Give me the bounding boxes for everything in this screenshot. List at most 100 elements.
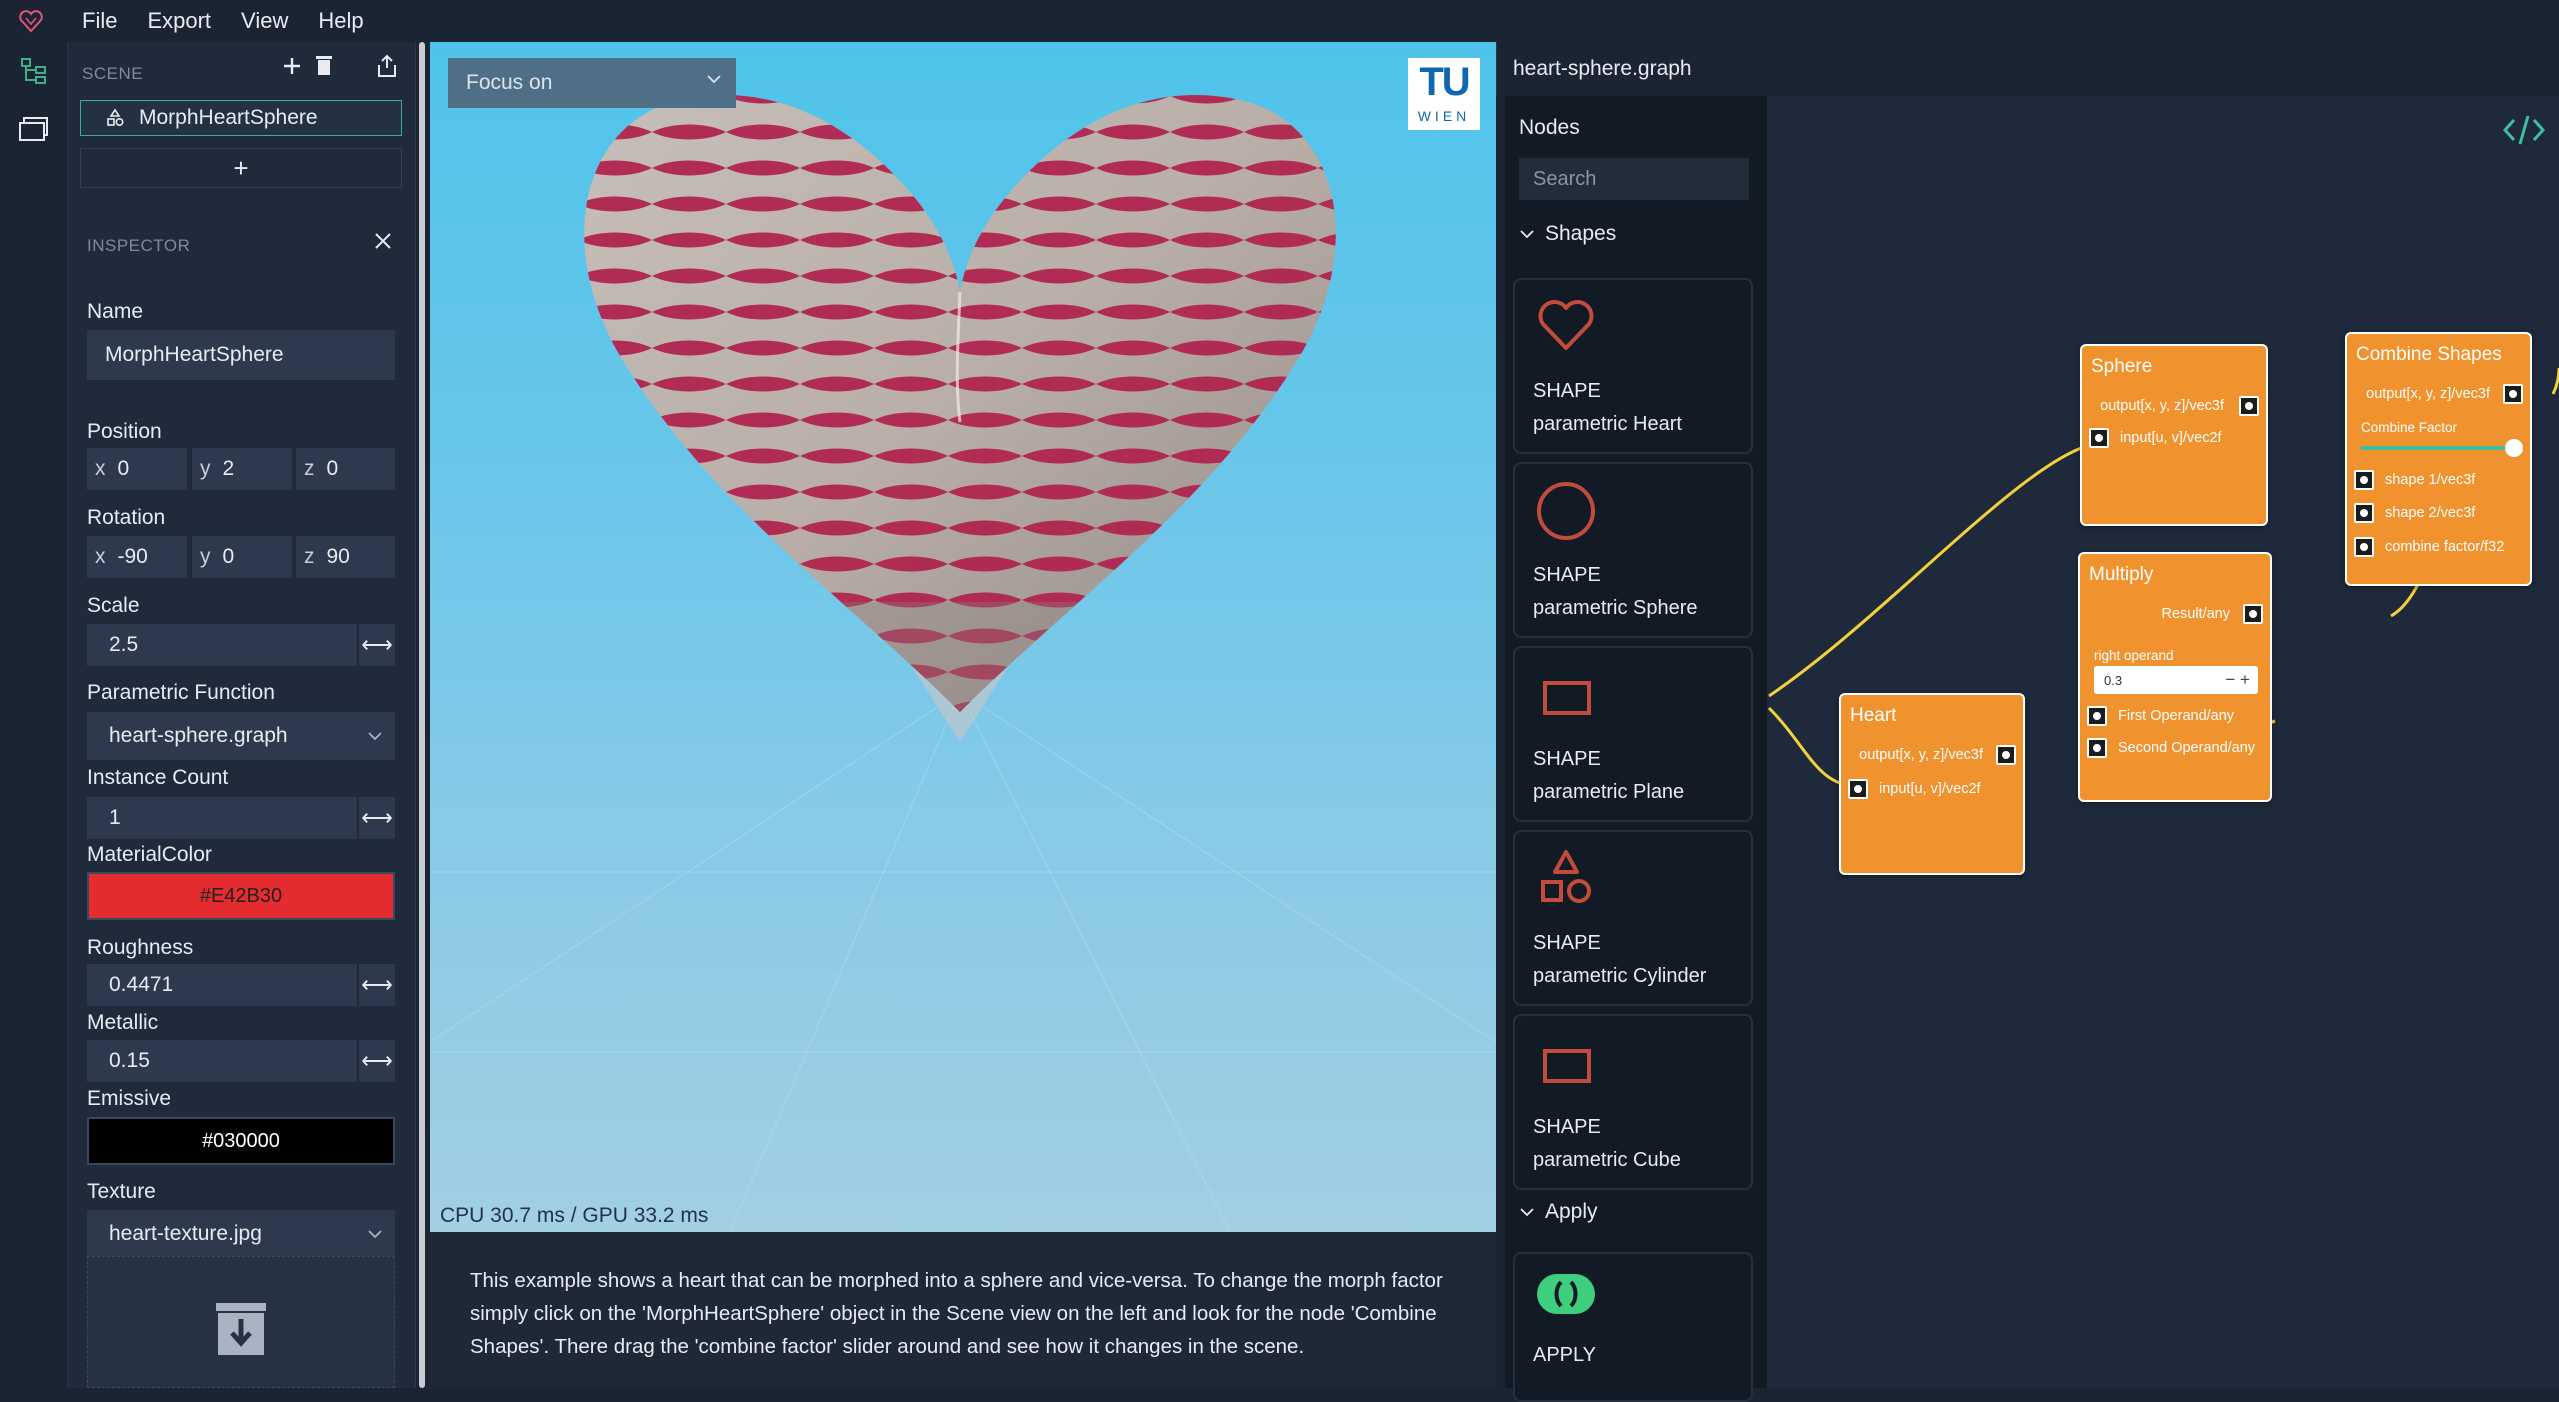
input-socket[interactable] (2354, 503, 2374, 523)
output-socket[interactable] (1996, 745, 2016, 765)
name-input[interactable]: MorphHeartSphere (87, 330, 395, 380)
position-x-input[interactable]: x0 (87, 448, 187, 490)
share-icon[interactable] (376, 54, 398, 78)
metallic-input[interactable]: 0.15 ⟷ (87, 1040, 395, 1082)
logo-bottom-text: WIEN (1417, 108, 1471, 124)
drag-arrows-icon[interactable]: ⟷ (357, 797, 395, 839)
assets-button[interactable] (0, 100, 68, 158)
rotation-label: Rotation (87, 506, 166, 529)
chevron-down-icon (1520, 1208, 1534, 1217)
node-card-cylinder[interactable]: SHAPE parametric Cylinder (1513, 830, 1753, 1006)
metallic-label: Metallic (87, 1011, 159, 1034)
graph-node-sphere[interactable]: Sphere output[x, y, z]/vec3f input[u, v]… (2080, 344, 2268, 526)
card-kind: SHAPE (1533, 932, 1601, 954)
input-socket[interactable] (2087, 738, 2107, 758)
position-z-input[interactable]: z0 (296, 448, 395, 490)
axis-x-label: x (95, 457, 106, 480)
node-search-input[interactable]: Search (1519, 158, 1749, 200)
rotation-x-input[interactable]: x -90 (87, 536, 187, 578)
texture-value: heart-texture.jpg (109, 1222, 262, 1245)
emissive-color-swatch[interactable]: #030000 (87, 1117, 395, 1165)
perf-stats: CPU 30.7 ms / GPU 33.2 ms (440, 1204, 709, 1227)
graph-node-multiply[interactable]: Multiply Result/any right operand 0.3 − +… (2078, 552, 2272, 802)
category-apply[interactable]: Apply (1519, 1200, 1598, 1224)
texture-dropzone[interactable] (87, 1256, 395, 1388)
chevron-down-icon (706, 74, 722, 84)
rotation-x-value: -90 (117, 545, 148, 568)
rotation-y-input[interactable]: y0 (192, 536, 292, 578)
trash-icon[interactable] (314, 54, 334, 76)
graph-file-tab[interactable]: heart-sphere.graph (1496, 42, 2559, 96)
graph-canvas[interactable]: Sphere output[x, y, z]/vec3f input[u, v]… (1767, 96, 2559, 1388)
slider-thumb[interactable] (2505, 439, 2523, 457)
viewport-3d[interactable]: Focus on TU WIEN CPU 30.7 ms / GPU 33.2 … (430, 42, 1496, 1232)
input-socket[interactable] (2354, 537, 2374, 557)
emissive-label: Emissive (87, 1087, 172, 1110)
texture-select[interactable]: heart-texture.jpg (87, 1210, 395, 1258)
port-input-label: input[u, v]/vec2f (1879, 781, 1981, 797)
axis-y-label: y (200, 545, 211, 568)
category-shapes[interactable]: Shapes (1519, 222, 1616, 246)
port-output-label: Result/any (2161, 606, 2230, 622)
menu-view[interactable]: View (241, 8, 288, 34)
card-kind: SHAPE (1533, 380, 1601, 402)
drag-arrows-icon[interactable]: ⟷ (357, 624, 395, 666)
drag-arrows-icon[interactable]: ⟷ (357, 964, 395, 1006)
combine-factor-slider[interactable] (2361, 439, 2523, 457)
output-socket[interactable] (2503, 384, 2523, 404)
node-title: Sphere (2091, 356, 2153, 377)
menu-export[interactable]: Export (147, 8, 211, 34)
node-card-cube[interactable]: SHAPE parametric Cube (1513, 1014, 1753, 1190)
node-card-plane[interactable]: SHAPE parametric Plane (1513, 646, 1753, 822)
material-color-swatch[interactable]: #E42B30 (87, 872, 395, 920)
input-socket[interactable] (2087, 706, 2107, 726)
scene-tree-button[interactable] (0, 42, 68, 100)
output-socket[interactable] (2243, 604, 2263, 624)
roughness-input[interactable]: 0.4471 ⟷ (87, 964, 395, 1006)
texture-label: Texture (87, 1180, 156, 1203)
panel-splitter[interactable] (416, 42, 430, 1388)
node-card-sphere[interactable]: SHAPE parametric Sphere (1513, 462, 1753, 638)
logo-top-text: TU (1419, 60, 1470, 104)
output-socket[interactable] (2239, 396, 2259, 416)
chevron-down-icon (355, 731, 395, 741)
scene-item-morphheartsphere[interactable]: MorphHeartSphere (80, 100, 402, 136)
node-card-apply[interactable]: APPLY (1513, 1252, 1753, 1402)
drag-arrows-icon[interactable]: ⟷ (357, 1040, 395, 1082)
graph-node-heart[interactable]: Heart output[x, y, z]/vec3f input[u, v]/… (1839, 693, 2025, 875)
add-scene-object-button[interactable]: + (80, 148, 402, 188)
port-input-label: combine factor/f32 (2385, 539, 2505, 555)
shapes-icon (1541, 850, 1591, 903)
add-icon[interactable] (282, 56, 302, 76)
input-socket[interactable] (2089, 428, 2109, 448)
close-icon[interactable] (374, 232, 392, 250)
graph-node-combine-shapes[interactable]: Combine Shapes output[x, y, z]/vec3f Com… (2345, 332, 2532, 586)
input-socket[interactable] (2354, 470, 2374, 490)
heart-icon (1538, 300, 1594, 350)
port-input-label: input[u, v]/vec2f (2120, 430, 2222, 446)
instance-count-input[interactable]: 1 ⟷ (87, 797, 395, 839)
position-z-value: 0 (326, 457, 339, 480)
parametric-function-select[interactable]: heart-sphere.graph (87, 712, 395, 760)
port-output-label: output[x, y, z]/vec3f (1859, 747, 1983, 763)
stepper-icon[interactable]: − + (2225, 670, 2250, 690)
input-socket[interactable] (1848, 779, 1868, 799)
port-output-label: output[x, y, z]/vec3f (2366, 386, 2490, 402)
menu-help[interactable]: Help (318, 8, 363, 34)
splitter-handle[interactable] (419, 42, 425, 1388)
code-icon[interactable] (2502, 112, 2546, 148)
apply-icon (1537, 1274, 1595, 1314)
right-operand-input[interactable]: 0.3 − + (2094, 666, 2258, 694)
rotation-z-input[interactable]: z 90 (296, 536, 395, 578)
right-operand-value: 0.3 (2104, 672, 2123, 688)
folders-icon (19, 117, 48, 141)
scale-input[interactable]: 2.5 ⟷ (87, 624, 395, 666)
position-label: Position (87, 420, 162, 443)
combine-factor-label: Combine Factor (2361, 420, 2458, 435)
focus-on-select[interactable]: Focus on (448, 58, 736, 108)
instance-count-value: 1 (109, 806, 121, 829)
position-y-input[interactable]: y2 (192, 448, 292, 490)
rectangle-icon (1543, 681, 1591, 715)
menu-file[interactable]: File (82, 8, 117, 34)
node-card-heart[interactable]: SHAPE parametric Heart (1513, 278, 1753, 454)
